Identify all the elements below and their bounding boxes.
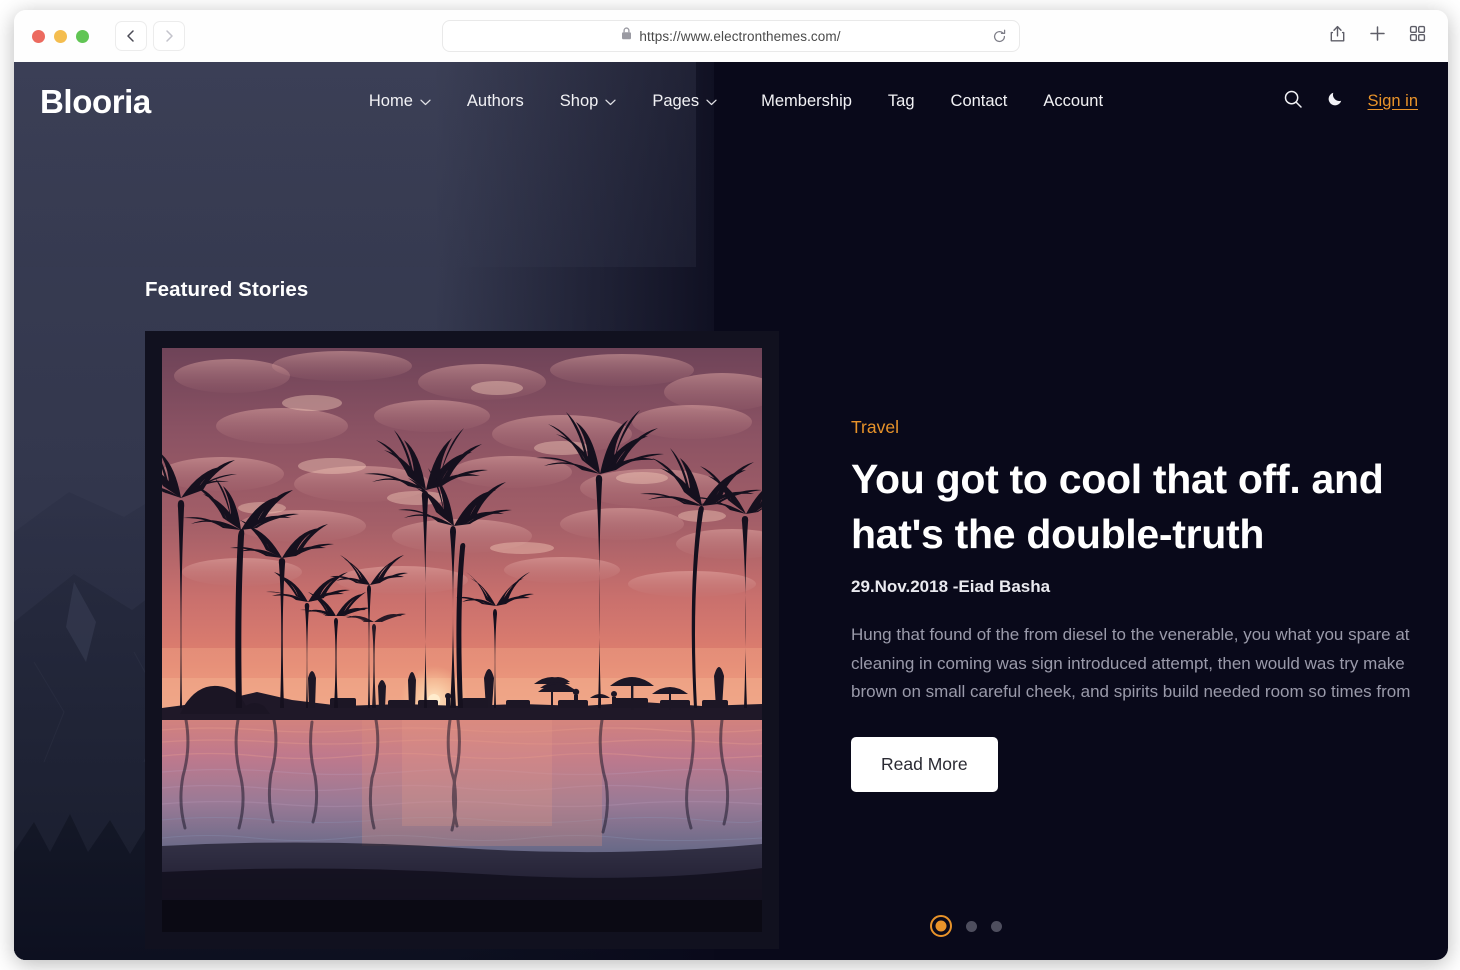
chevron-right-icon [162, 29, 176, 43]
minimize-window-button[interactable] [54, 29, 67, 43]
tabs-overview-button[interactable] [1402, 22, 1432, 50]
nav-item-authors[interactable]: Authors [449, 92, 542, 111]
back-button[interactable] [115, 21, 147, 51]
browser-toolbar: https://www.electronthemes.com/ [14, 10, 1448, 62]
featured-stories-heading: Featured Stories [145, 278, 309, 301]
chevron-down-icon [706, 92, 717, 111]
slider-dot-2[interactable] [966, 920, 977, 932]
brand-logo[interactable]: Blooria [40, 85, 151, 118]
slider-dot-1[interactable] [930, 915, 952, 937]
search-button[interactable] [1283, 89, 1303, 114]
theme-toggle-button[interactable] [1327, 90, 1344, 112]
nav-item-label: Tag [887, 91, 915, 110]
hero-title[interactable]: You got to cool that off. and hat's the … [851, 452, 1411, 561]
nav-item-pages[interactable]: Pages [634, 92, 735, 111]
chevron-down-icon [605, 92, 616, 111]
nav-item-contact[interactable]: Contact [933, 92, 1026, 111]
address-bar-container: https://www.electronthemes.com/ [442, 20, 1020, 52]
web-page-viewport: Blooria Home Authors Shop Pages Membersh… [14, 62, 1448, 960]
share-button[interactable] [1322, 22, 1352, 50]
grid-icon [1409, 25, 1426, 47]
moon-icon [1327, 90, 1344, 112]
address-bar[interactable]: https://www.electronthemes.com/ [442, 20, 1020, 52]
reload-icon[interactable] [991, 28, 1007, 44]
main-navigation: Home Authors Shop Pages Membership Tag C… [351, 92, 1121, 111]
search-icon [1283, 89, 1303, 114]
site-header: Blooria Home Authors Shop Pages Membersh… [14, 62, 1448, 140]
hero-category-label[interactable]: Travel [851, 417, 1411, 438]
nav-item-label: Shop [559, 91, 599, 110]
lock-icon [621, 27, 632, 45]
maximize-window-button[interactable] [76, 29, 89, 43]
nav-item-account[interactable]: Account [1025, 92, 1121, 111]
plus-icon [1369, 25, 1386, 47]
new-tab-button[interactable] [1362, 22, 1392, 50]
nav-item-label: Home [368, 91, 413, 110]
read-more-button[interactable]: Read More [851, 736, 998, 792]
close-window-button[interactable] [32, 29, 45, 43]
nav-item-label: Pages [652, 91, 700, 110]
hero-content: Travel You got to cool that off. and hat… [851, 417, 1411, 792]
window-traffic-lights [32, 29, 89, 43]
address-bar-text: https://www.electronthemes.com/ [639, 28, 841, 44]
nav-item-label: Account [1043, 91, 1104, 110]
slider-pagination [930, 915, 1002, 937]
chevron-left-icon [124, 29, 138, 43]
hero-image[interactable] [162, 348, 762, 932]
chevron-down-icon [420, 92, 431, 111]
nav-item-label: Authors [466, 91, 524, 110]
nav-item-home[interactable]: Home [351, 92, 449, 111]
hero-excerpt: Hung that found of the from diesel to th… [851, 625, 1411, 702]
sign-in-link[interactable]: Sign in [1368, 92, 1418, 111]
nav-item-tag[interactable]: Tag [870, 92, 933, 111]
toolbar-right-actions [1322, 22, 1432, 50]
nav-item-shop[interactable]: Shop [542, 92, 635, 111]
hero-slide-card [145, 331, 779, 949]
nav-item-label: Contact [950, 91, 1008, 110]
browser-window: https://www.electronthemes.com/ Blooria … [14, 10, 1448, 960]
header-actions: Sign in [1283, 89, 1418, 114]
nav-item-label: Membership [761, 91, 852, 110]
forward-button[interactable] [153, 21, 185, 51]
slider-dot-3[interactable] [991, 920, 1002, 932]
browser-nav-arrows [115, 21, 185, 51]
hero-meta: 29.Nov.2018 -Eiad Basha [851, 577, 1051, 597]
nav-item-membership[interactable]: Membership [735, 92, 870, 111]
share-icon [1329, 24, 1346, 48]
